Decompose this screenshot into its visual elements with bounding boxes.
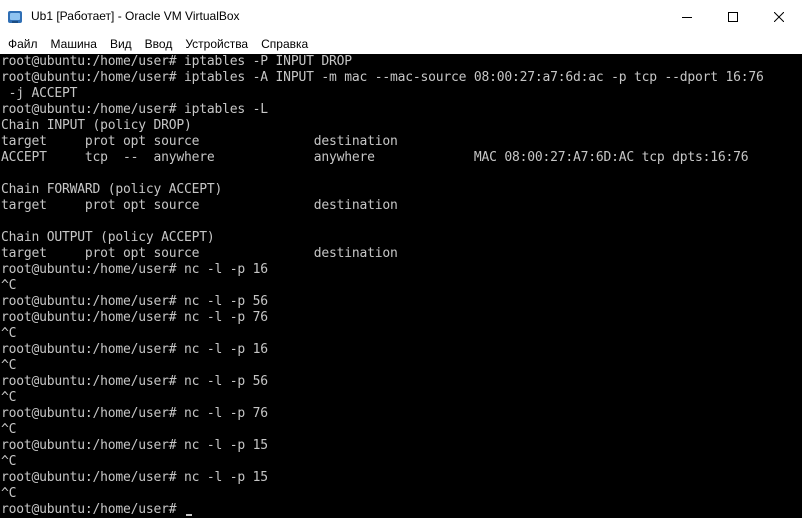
terminal-line: root@ubuntu:/home/user# iptables -L	[1, 102, 268, 117]
terminal-line: root@ubuntu:/home/user# nc -l -p 56	[1, 294, 268, 309]
window-controls	[664, 0, 802, 34]
terminal-cursor	[186, 514, 193, 516]
terminal-line: Chain INPUT (policy DROP)	[1, 118, 192, 133]
close-button[interactable]	[756, 0, 802, 34]
virtualbox-app-icon	[7, 9, 23, 25]
terminal-line: ^C	[1, 422, 17, 437]
terminal-prompt: root@ubuntu:/home/user#	[1, 502, 185, 517]
menu-input[interactable]: Ввод	[139, 34, 180, 54]
menu-help[interactable]: Справка	[255, 34, 315, 54]
terminal-line: ^C	[1, 358, 17, 373]
terminal-line: Chain FORWARD (policy ACCEPT)	[1, 182, 223, 197]
terminal-line: root@ubuntu:/home/user# nc -l -p 76	[1, 406, 268, 421]
terminal-line: root@ubuntu:/home/user# nc -l -p 15	[1, 470, 268, 485]
terminal-line: Chain OUTPUT (policy ACCEPT)	[1, 230, 215, 245]
close-icon	[774, 12, 784, 22]
terminal-line: root@ubuntu:/home/user# iptables -A INPU…	[1, 70, 764, 85]
virtualbox-window: Ub1 [Работает] - Oracle VM VirtualBox Фа…	[0, 0, 802, 518]
terminal-line: root@ubuntu:/home/user# nc -l -p 16	[1, 342, 268, 357]
terminal-line: root@ubuntu:/home/user# nc -l -p 56	[1, 374, 268, 389]
menu-file[interactable]: Файл	[0, 34, 45, 54]
menu-machine[interactable]: Машина	[45, 34, 104, 54]
terminal-line: root@ubuntu:/home/user# iptables -P INPU…	[1, 54, 352, 69]
terminal-line: root@ubuntu:/home/user# nc -l -p 15	[1, 438, 268, 453]
terminal-line: target prot opt source destination	[1, 246, 398, 261]
terminal-prompt-line: root@ubuntu:/home/user#	[1, 502, 193, 518]
terminal-line: -j ACCEPT	[1, 86, 78, 101]
terminal-line: ^C	[1, 326, 17, 341]
terminal-line: ^C	[1, 390, 17, 405]
terminal-line: ^C	[1, 454, 17, 469]
terminal-line: ACCEPT tcp -- anywhere anywhere MAC 08:0…	[1, 150, 749, 165]
window-title: Ub1 [Работает] - Oracle VM VirtualBox	[31, 9, 240, 23]
terminal-line: root@ubuntu:/home/user# nc -l -p 16	[1, 262, 268, 277]
terminal-line: target prot opt source destination	[1, 198, 398, 213]
menu-view[interactable]: Вид	[104, 34, 139, 54]
terminal-line: root@ubuntu:/home/user# nc -l -p 76	[1, 310, 268, 325]
maximize-button[interactable]	[710, 0, 756, 34]
terminal-screen[interactable]: root@ubuntu:/home/user# iptables -P INPU…	[0, 54, 802, 518]
menu-bar: Файл Машина Вид Ввод Устройства Справка	[0, 34, 802, 54]
terminal-line: target prot opt source destination	[1, 134, 398, 149]
terminal-line: ^C	[1, 278, 17, 293]
maximize-icon	[728, 12, 738, 22]
minimize-button[interactable]	[664, 0, 710, 34]
terminal-line: ^C	[1, 486, 17, 501]
minimize-icon	[682, 17, 692, 18]
menu-devices[interactable]: Устройства	[179, 34, 255, 54]
title-bar[interactable]: Ub1 [Работает] - Oracle VM VirtualBox	[0, 0, 802, 34]
